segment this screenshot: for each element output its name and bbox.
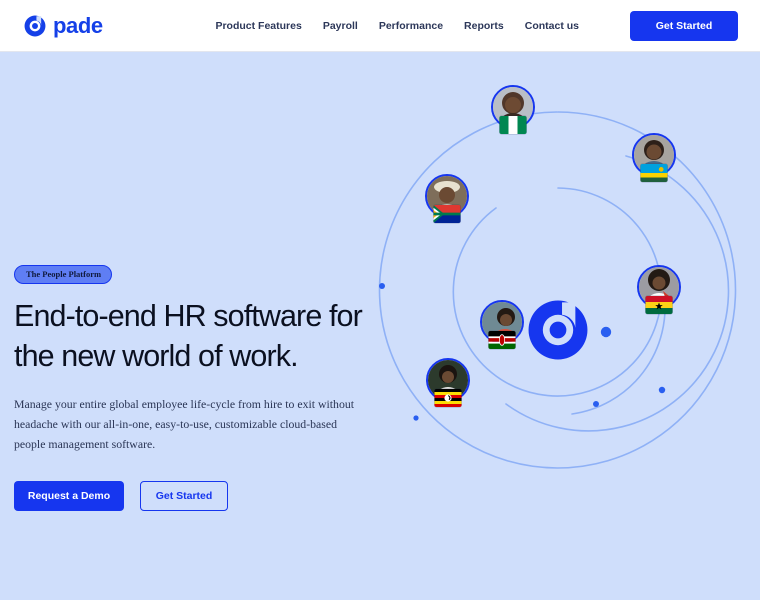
avatar-kenya[interactable] xyxy=(480,300,524,349)
nav-item-performance[interactable]: Performance xyxy=(379,20,443,32)
primary-nav: Product Features Payroll Performance Rep… xyxy=(215,10,738,41)
hero-get-started-button[interactable]: Get Started xyxy=(140,481,228,512)
request-demo-button[interactable]: Request a Demo xyxy=(14,481,124,512)
flag-south-africa-icon xyxy=(433,205,461,223)
avatar-rwanda[interactable] xyxy=(632,133,676,182)
brand-wordmark: pade xyxy=(53,12,103,38)
hero-badge: The People Platform xyxy=(14,265,113,284)
hero-description: Manage your entire global employee life-… xyxy=(14,396,355,452)
site-header: pade Product Features Payroll Performanc… xyxy=(0,0,760,52)
nav-item-product-features[interactable]: Product Features xyxy=(215,20,301,32)
nav-item-payroll[interactable]: Payroll xyxy=(323,20,358,32)
hero-cta-row: Request a Demo Get Started xyxy=(14,481,394,512)
flag-uganda-icon xyxy=(434,389,462,407)
flag-rwanda-icon xyxy=(640,164,668,182)
flag-kenya-icon xyxy=(488,331,516,349)
hero-orbit-graphic xyxy=(368,60,748,600)
avatar-ghana[interactable] xyxy=(637,265,681,314)
header-get-started-button[interactable]: Get Started xyxy=(630,10,738,41)
orbit-center-pade-mark-icon xyxy=(527,299,589,361)
hero-section: The People Platform End-to-end HR softwa… xyxy=(0,52,760,600)
flag-ghana-icon xyxy=(645,296,673,314)
brand-logo[interactable]: pade xyxy=(24,12,103,38)
avatar-nigeria[interactable] xyxy=(491,85,535,134)
page-title: End-to-end HR software for the new world… xyxy=(14,298,363,374)
nav-item-reports[interactable]: Reports xyxy=(464,20,504,32)
avatar-south-africa[interactable] xyxy=(425,174,469,223)
flag-nigeria-icon xyxy=(499,116,527,134)
pade-circle-mark-icon xyxy=(24,15,46,37)
avatar-uganda[interactable] xyxy=(426,358,470,407)
hero-copy: The People Platform End-to-end HR softwa… xyxy=(14,264,394,512)
nav-item-contact-us[interactable]: Contact us xyxy=(525,20,579,32)
